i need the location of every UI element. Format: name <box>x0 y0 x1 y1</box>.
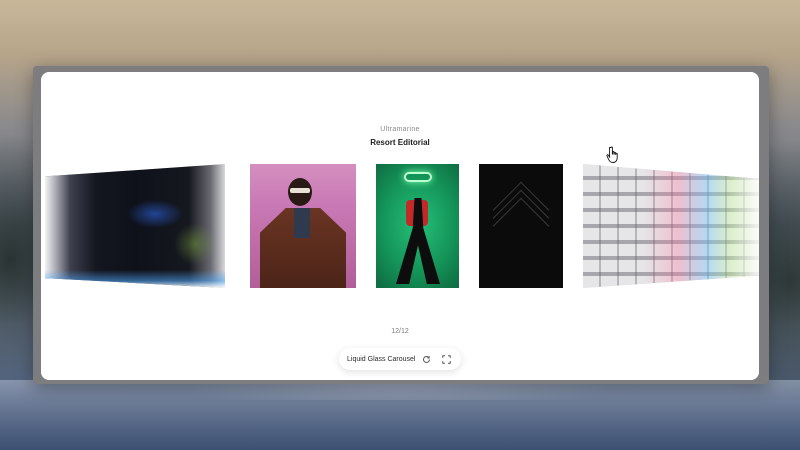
carousel-toolbar: Liquid Glass Carousel <box>339 348 461 370</box>
figure-silhouette <box>396 198 440 284</box>
carousel-card-2[interactable] <box>250 164 356 288</box>
wallpaper-fog <box>0 380 800 450</box>
carousel-card-5[interactable] <box>583 164 759 288</box>
hand-cursor-icon <box>606 146 618 163</box>
figure-shirt <box>294 208 310 238</box>
fullscreen-button[interactable] <box>439 352 453 366</box>
refresh-icon <box>422 355 430 363</box>
carousel-card-1[interactable] <box>45 164 225 288</box>
figure-sunglasses <box>290 188 310 193</box>
carousel-panel: Ultramarine Resort Editorial 12/12 Liqui… <box>41 72 759 380</box>
carousel-card-4[interactable] <box>479 164 563 288</box>
toolbar-label: Liquid Glass Carousel <box>347 355 416 363</box>
slide-counter: 12/12 <box>391 328 409 335</box>
collection-subtitle: Ultramarine <box>380 126 420 133</box>
refresh-button[interactable] <box>419 352 433 366</box>
carousel-card-3[interactable] <box>376 164 459 288</box>
neon-sign <box>404 172 432 182</box>
collection-title: Resort Editorial <box>370 138 430 147</box>
fullscreen-icon <box>441 354 451 364</box>
